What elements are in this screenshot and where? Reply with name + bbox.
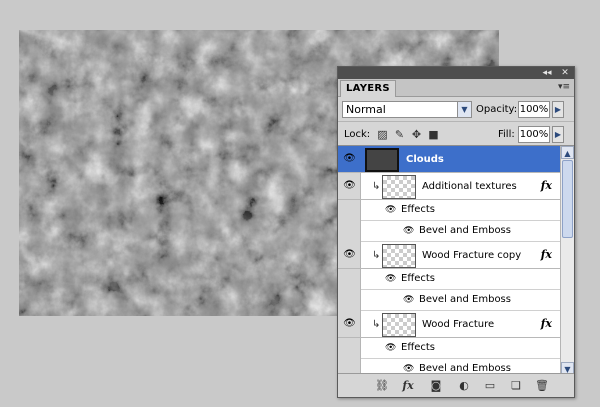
effect-label: Bevel and Emboss xyxy=(419,294,511,305)
lock-transparent-icon[interactable]: ▨ xyxy=(376,128,389,141)
fill-slider-arrow-icon[interactable]: ▶ xyxy=(552,126,564,143)
effect-label: Bevel and Emboss xyxy=(419,225,511,236)
effects-label: Effects xyxy=(401,204,435,215)
effects-row[interactable]: 👁 Effects xyxy=(361,338,560,359)
layers-list: 👁 Clouds 👁 ↳ Additional textures fx 👁 Ef… xyxy=(338,145,574,374)
collapse-panel-button[interactable]: ◂◂ xyxy=(540,67,554,79)
close-panel-button[interactable]: ✕ xyxy=(558,67,572,79)
eye-icon[interactable]: 👁 xyxy=(385,205,398,216)
layer-thumbnail xyxy=(382,175,416,199)
blend-mode-select[interactable]: Normal ▼ xyxy=(342,101,472,118)
opacity-slider-arrow-icon[interactable]: ▶ xyxy=(552,101,564,118)
layer-row-clouds[interactable]: 👁 Clouds xyxy=(338,146,560,173)
eye-icon[interactable]: 👁 xyxy=(403,226,416,237)
eye-icon[interactable]: 👁 xyxy=(342,153,357,165)
effects-label: Effects xyxy=(401,273,435,284)
add-mask-icon[interactable]: ◙ xyxy=(428,379,444,393)
lock-position-icon[interactable]: ✥ xyxy=(410,128,423,141)
layer-thumbnail xyxy=(382,313,416,337)
clipping-arrow-icon: ↳ xyxy=(372,250,381,261)
layer-row-wood-fracture[interactable]: 👁 ↳ Wood Fracture fx xyxy=(338,311,560,338)
fill-label: Fill: xyxy=(498,129,515,140)
chevron-down-icon[interactable]: ▼ xyxy=(457,102,471,117)
tab-layers[interactable]: LAYERS xyxy=(340,80,396,97)
effect-row[interactable]: 👁 Bevel and Emboss xyxy=(361,290,560,311)
eye-icon[interactable]: 👁 xyxy=(385,274,398,285)
panel-titlebar[interactable]: ◂◂ ✕ xyxy=(338,67,574,79)
fx-icon[interactable]: fx xyxy=(541,248,552,261)
clipping-arrow-icon: ↳ xyxy=(372,181,381,192)
clipping-arrow-icon: ↳ xyxy=(372,319,381,330)
layer-row-wood-fracture-copy[interactable]: 👁 ↳ Wood Fracture copy fx xyxy=(338,242,560,269)
link-layers-icon[interactable]: ⛓ xyxy=(374,379,390,393)
panel-bottom-bar: ⛓ fx ◙ ◐ ▭ ❏ 🗑 xyxy=(338,373,574,397)
new-layer-icon[interactable]: ❏ xyxy=(508,379,524,393)
new-group-icon[interactable]: ▭ xyxy=(482,379,498,393)
layers-scrollbar[interactable]: ▲ ▼ xyxy=(560,146,574,374)
adjustment-layer-icon[interactable]: ◐ xyxy=(456,379,472,393)
lock-all-icon[interactable]: ■ xyxy=(427,128,440,141)
lock-image-icon[interactable]: ✎ xyxy=(393,128,406,141)
panel-menu-icon[interactable]: ▾≡ xyxy=(558,82,570,92)
layer-thumbnail xyxy=(382,244,416,268)
layer-name: Additional textures xyxy=(422,181,517,192)
opacity-input[interactable]: 100% xyxy=(518,101,550,118)
fill-input[interactable]: 100% xyxy=(518,126,550,143)
effect-row[interactable]: 👁 Bevel and Emboss xyxy=(361,221,560,242)
lock-row: Lock: ▨ ✎ ✥ ■ Fill: 100% ▶ xyxy=(338,121,574,145)
effects-row[interactable]: 👁 Effects xyxy=(361,200,560,221)
effects-label: Effects xyxy=(401,342,435,353)
layer-name: Wood Fracture xyxy=(422,319,495,330)
blend-mode-value: Normal xyxy=(346,103,386,116)
layer-row-additional-textures[interactable]: 👁 ↳ Additional textures fx xyxy=(338,173,560,200)
add-style-icon[interactable]: fx xyxy=(400,379,416,393)
delete-layer-icon[interactable]: 🗑 xyxy=(534,379,550,393)
eye-icon[interactable]: 👁 xyxy=(342,180,357,192)
eye-icon[interactable]: 👁 xyxy=(342,249,357,261)
opacity-label: Opacity: xyxy=(476,104,518,115)
layer-name: Clouds xyxy=(406,154,444,165)
eye-icon[interactable]: 👁 xyxy=(342,318,357,330)
layer-thumbnail xyxy=(365,148,399,172)
layers-panel: ◂◂ ✕ LAYERS ▾≡ Normal ▼ Opacity: 100% ▶ … xyxy=(337,66,575,398)
fx-icon[interactable]: fx xyxy=(541,179,552,192)
effects-row[interactable]: 👁 Effects xyxy=(361,269,560,290)
scroll-thumb[interactable] xyxy=(562,160,573,238)
panel-tab-row: LAYERS ▾≡ xyxy=(338,79,574,97)
fx-icon[interactable]: fx xyxy=(541,317,552,330)
eye-icon[interactable]: 👁 xyxy=(385,343,398,354)
layer-name: Wood Fracture copy xyxy=(422,250,522,261)
blend-row: Normal ▼ Opacity: 100% ▶ xyxy=(338,97,574,121)
lock-label: Lock: xyxy=(344,129,371,140)
effect-row[interactable]: 👁 Bevel and Emboss xyxy=(361,359,560,374)
eye-icon[interactable]: 👁 xyxy=(403,295,416,306)
scroll-up-icon[interactable]: ▲ xyxy=(561,146,574,159)
